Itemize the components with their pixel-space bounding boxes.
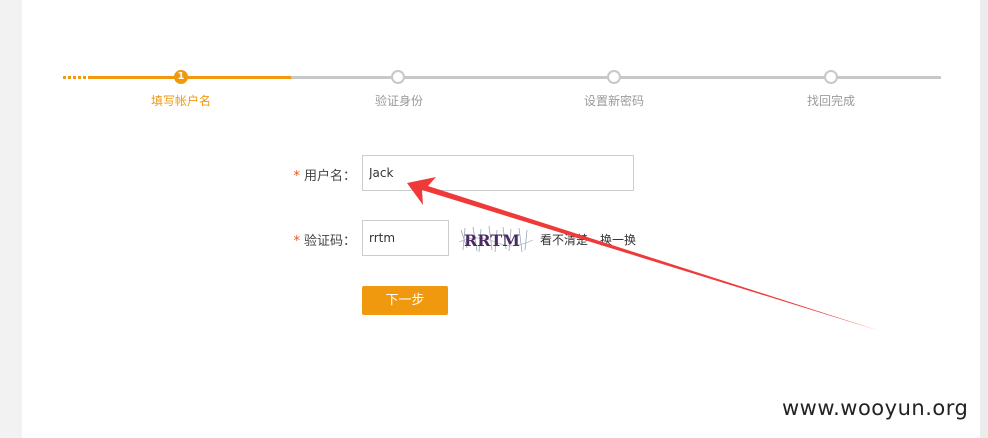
- watermark: www.wooyun.org: [782, 396, 969, 420]
- annotation-arrow: [407, 177, 880, 331]
